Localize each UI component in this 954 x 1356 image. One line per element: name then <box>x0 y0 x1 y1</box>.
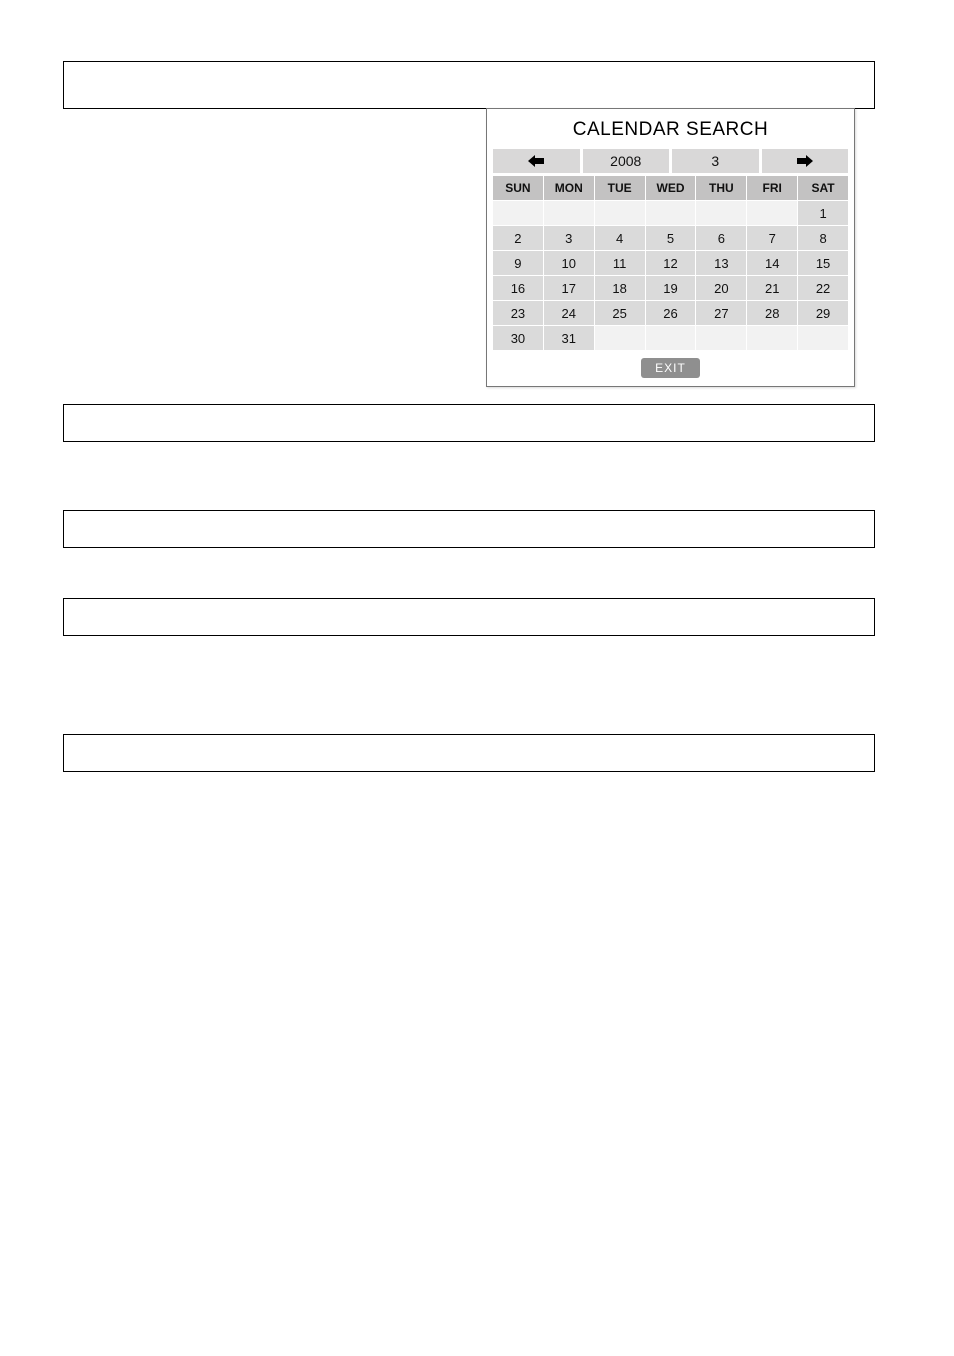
day-cell-empty <box>798 326 848 350</box>
day-cell[interactable]: 13 <box>696 251 746 275</box>
content-box-1 <box>63 61 875 109</box>
day-cell-empty <box>646 326 696 350</box>
day-cell[interactable]: 30 <box>493 326 543 350</box>
arrow-right-icon <box>797 155 813 167</box>
day-cell[interactable]: 23 <box>493 301 543 325</box>
day-cell-empty <box>595 326 645 350</box>
calendar-nav-row: 2008 3 <box>491 149 850 173</box>
day-cell-empty <box>696 326 746 350</box>
content-box-3 <box>63 510 875 548</box>
day-cell[interactable]: 15 <box>798 251 848 275</box>
exit-row: EXIT <box>491 352 850 380</box>
day-cell-empty <box>747 326 797 350</box>
day-cell[interactable]: 21 <box>747 276 797 300</box>
day-cell[interactable]: 27 <box>696 301 746 325</box>
day-cell[interactable]: 3 <box>544 226 594 250</box>
day-cell[interactable]: 12 <box>646 251 696 275</box>
day-cell[interactable]: 9 <box>493 251 543 275</box>
calendar-search-panel: CALENDAR SEARCH 2008 3 SUNMONTUEWEDTHUFR… <box>486 108 855 387</box>
dow-cell: MON <box>544 176 594 200</box>
day-cell[interactable]: 22 <box>798 276 848 300</box>
day-cell-empty <box>544 201 594 225</box>
day-cell-empty <box>646 201 696 225</box>
calendar-title: CALENDAR SEARCH <box>491 113 850 149</box>
day-of-week-header: SUNMONTUEWEDTHUFRISAT <box>491 173 850 201</box>
day-cell[interactable]: 5 <box>646 226 696 250</box>
day-cell[interactable]: 6 <box>696 226 746 250</box>
content-box-2 <box>63 404 875 442</box>
day-cell[interactable]: 26 <box>646 301 696 325</box>
content-box-5 <box>63 734 875 772</box>
day-cell[interactable]: 24 <box>544 301 594 325</box>
day-cell[interactable]: 7 <box>747 226 797 250</box>
day-cell[interactable]: 25 <box>595 301 645 325</box>
day-cell[interactable]: 16 <box>493 276 543 300</box>
calendar-day-grid: 1234567891011121314151617181920212223242… <box>491 201 850 352</box>
day-cell[interactable]: 2 <box>493 226 543 250</box>
day-cell[interactable]: 10 <box>544 251 594 275</box>
exit-button[interactable]: EXIT <box>641 358 700 378</box>
content-box-4 <box>63 598 875 636</box>
day-cell-empty <box>595 201 645 225</box>
dow-cell: WED <box>646 176 696 200</box>
day-cell[interactable]: 20 <box>696 276 746 300</box>
day-cell-empty <box>493 201 543 225</box>
dow-cell: THU <box>696 176 746 200</box>
day-cell[interactable]: 1 <box>798 201 848 225</box>
day-cell[interactable]: 17 <box>544 276 594 300</box>
day-cell[interactable]: 4 <box>595 226 645 250</box>
year-cell[interactable]: 2008 <box>583 149 670 173</box>
arrow-left-icon <box>528 155 544 167</box>
day-cell[interactable]: 18 <box>595 276 645 300</box>
day-cell[interactable]: 8 <box>798 226 848 250</box>
day-cell[interactable]: 19 <box>646 276 696 300</box>
day-cell-empty <box>696 201 746 225</box>
dow-cell: FRI <box>747 176 797 200</box>
prev-arrow-button[interactable] <box>493 149 580 173</box>
dow-cell: SAT <box>798 176 848 200</box>
day-cell-empty <box>747 201 797 225</box>
day-cell[interactable]: 29 <box>798 301 848 325</box>
month-cell[interactable]: 3 <box>672 149 759 173</box>
day-cell[interactable]: 14 <box>747 251 797 275</box>
day-cell[interactable]: 28 <box>747 301 797 325</box>
dow-cell: TUE <box>595 176 645 200</box>
dow-cell: SUN <box>493 176 543 200</box>
day-cell[interactable]: 11 <box>595 251 645 275</box>
day-cell[interactable]: 31 <box>544 326 594 350</box>
next-arrow-button[interactable] <box>762 149 849 173</box>
